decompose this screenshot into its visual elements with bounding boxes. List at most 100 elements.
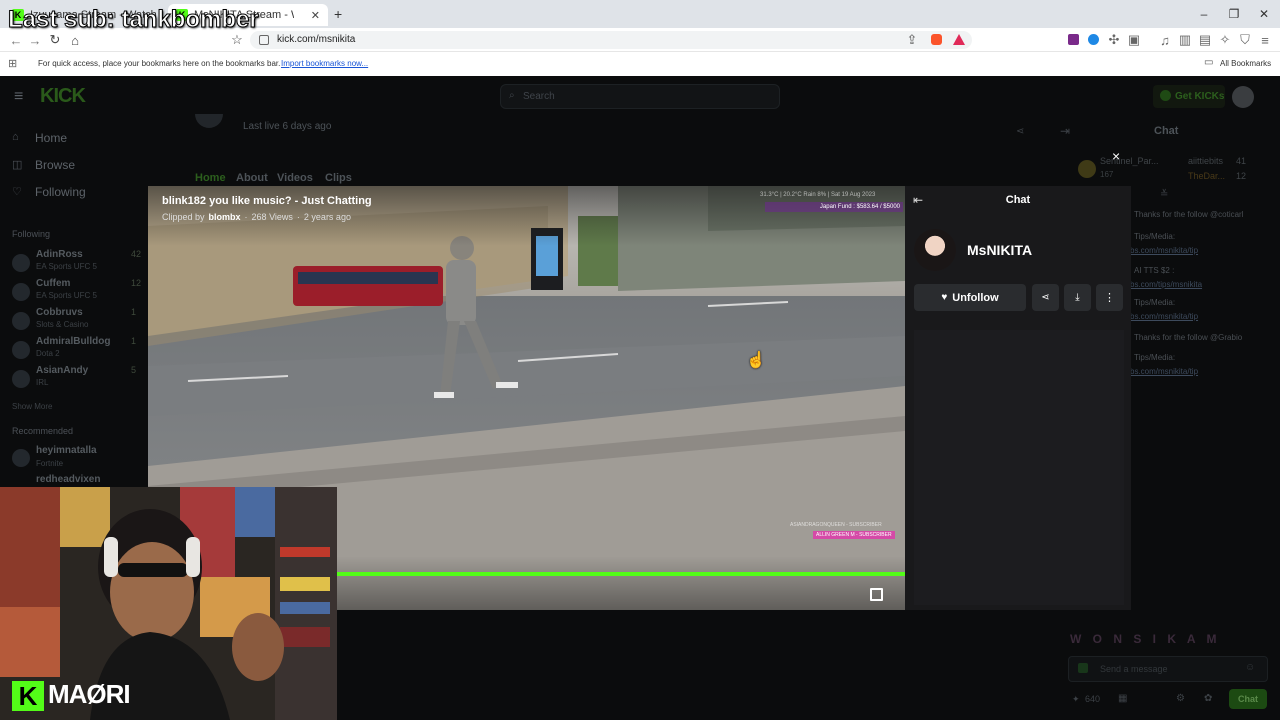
chat-panel-title: Chat	[1005, 194, 1031, 206]
download-icon: ⤓	[1075, 292, 1080, 303]
menu-icon[interactable]: ≡	[1257, 33, 1273, 48]
pointer-cursor-icon: ☝	[746, 352, 766, 369]
import-bookmarks-link[interactable]: Import bookmarks now...	[281, 59, 368, 68]
media-icon[interactable]: ▣	[1126, 32, 1142, 47]
channel-category: IRL	[36, 378, 49, 387]
collapse-icon[interactable]: ⇥	[1060, 124, 1070, 138]
streamer-avatar[interactable]	[914, 229, 956, 271]
restore-icon[interactable]: ❐	[1226, 6, 1242, 22]
brave-shields-icon[interactable]	[931, 34, 942, 45]
channel-category: Dota 2	[36, 349, 60, 358]
webcam-overlay: K MAØRI	[0, 487, 337, 720]
tab-videos[interactable]: Videos	[277, 172, 313, 184]
channel-name[interactable]: Cuffem	[36, 278, 70, 289]
extension-icon[interactable]	[1088, 34, 1099, 45]
channel-name[interactable]: heyimnatalla	[36, 445, 97, 456]
channel-name[interactable]: redheadvixen	[36, 474, 100, 485]
following-heading: Following	[12, 229, 51, 239]
sidebar-icon[interactable]: ▥	[1177, 32, 1193, 47]
kick-logo-icon: K	[12, 681, 44, 711]
puzzle-icon[interactable]: ✣	[1106, 32, 1122, 47]
chat-link[interactable]: bs.com/msnikita/tip	[1130, 246, 1198, 255]
chat-message: Thanks for the follow @coticarl	[1134, 210, 1244, 219]
back-icon[interactable]: ←	[8, 33, 24, 48]
heart-icon: ♥	[941, 292, 948, 303]
kicks-coin-icon	[1160, 90, 1171, 101]
show-more-link[interactable]: Show More	[12, 402, 52, 411]
share-button[interactable]: ⋖	[1032, 284, 1059, 311]
send-message-input[interactable]	[1068, 656, 1268, 682]
channel-name[interactable]: AsianAndy	[36, 365, 88, 376]
hamburger-menu-icon[interactable]: ≡	[14, 88, 23, 106]
sidebar-item-browse[interactable]: Browse	[35, 158, 75, 172]
all-bookmarks[interactable]: All Bookmarks	[1220, 59, 1271, 68]
sidebar-item-following[interactable]: Following	[35, 185, 86, 199]
chat-link[interactable]: bs.com/tips/msnikita	[1130, 280, 1202, 289]
chat-link[interactable]: bs.com/msnikita/tip	[1130, 312, 1198, 321]
avatar	[12, 341, 30, 359]
viewer-count: 12	[131, 278, 142, 288]
reload-icon[interactable]: ↻	[47, 32, 63, 47]
forward-icon[interactable]: →	[27, 33, 43, 48]
stream-info-overlay: 31.3°C | 20.2°C Rain 8% | Sat 19 Aug 202…	[760, 192, 876, 198]
unfollow-label: Unfollow	[952, 291, 999, 304]
chat-send-button[interactable]: Chat	[1229, 689, 1267, 709]
home-icon[interactable]: ⌂	[67, 33, 83, 48]
clipper-name[interactable]: blombx	[209, 212, 241, 222]
minimize-icon[interactable]: –	[1196, 6, 1212, 22]
tab-clips[interactable]: Clips	[325, 172, 352, 184]
music-icon[interactable]: ♫	[1157, 33, 1173, 48]
close-modal-button[interactable]: ×	[1112, 148, 1120, 164]
streamer-name[interactable]: MsNIKITA	[967, 242, 1032, 258]
avatar	[12, 283, 30, 301]
kick-logo[interactable]: KICK	[40, 85, 86, 108]
download-button[interactable]: ⤓	[1064, 284, 1091, 311]
chat-message: AI TTS $2 :	[1134, 266, 1175, 275]
settings-icon[interactable]: ⚙	[1176, 693, 1185, 704]
avatar	[12, 254, 30, 272]
chat-message: Thanks for the follow @Grabio	[1134, 333, 1243, 342]
tab-home[interactable]: Home	[195, 172, 226, 184]
new-tab-button[interactable]: +	[334, 6, 342, 22]
unfollow-button[interactable]: ♥ Unfollow	[914, 284, 1026, 311]
close-tab-icon[interactable]: ✕	[311, 9, 320, 22]
bookmarks-prompt: For quick access, place your bookmarks h…	[38, 59, 281, 68]
sidebar-item-home[interactable]: Home	[35, 131, 67, 145]
viewer-count: 42	[131, 249, 142, 259]
clipped-by-label: Clipped by	[162, 212, 205, 222]
share-icon[interactable]: ⇪	[904, 32, 920, 47]
site-info-icon[interactable]	[259, 35, 269, 45]
tab-about[interactable]: About	[236, 172, 268, 184]
channel-name[interactable]: AdmiralBulldog	[36, 336, 110, 347]
browse-nav-icon: ◫	[12, 159, 23, 171]
gifter-badge-icon	[1078, 160, 1096, 178]
avatar	[12, 370, 30, 388]
share-icon[interactable]: ⋖	[1016, 126, 1024, 137]
fullscreen-icon[interactable]	[870, 588, 883, 601]
vpn-icon[interactable]: ⛉	[1237, 32, 1253, 47]
bookmark-icon[interactable]: ☆	[229, 32, 245, 47]
sub-badge-icon	[1078, 663, 1088, 673]
calendar-icon[interactable]: ▦	[1118, 693, 1127, 704]
leo-icon[interactable]: ✧	[1217, 32, 1233, 47]
brave-rewards-icon[interactable]	[953, 34, 965, 45]
gifter-count: 12	[1236, 171, 1247, 181]
folder-icon: ▭	[1204, 57, 1214, 68]
gift-icon[interactable]: ✿	[1204, 693, 1212, 704]
emoji-icon[interactable]: ☺	[1245, 662, 1255, 673]
user-avatar[interactable]	[1232, 86, 1254, 108]
channel-name[interactable]: Cobbruvs	[36, 307, 83, 318]
clip-meta: Clipped by blombx · 268 Views · 2 years …	[162, 212, 351, 222]
extension-icon[interactable]	[1068, 34, 1079, 45]
chat-link[interactable]: bs.com/msnikita/tip	[1130, 367, 1198, 376]
japan-fund-bar: Japan Fund : $583.64 / $5000	[765, 202, 903, 212]
channel-name[interactable]: AdinRoss	[36, 249, 83, 260]
more-options-button[interactable]: ⋮	[1096, 284, 1123, 311]
wallet-icon[interactable]: ▤	[1197, 32, 1213, 47]
emote-strip: W O N S I K A M	[1070, 632, 1221, 646]
apps-icon[interactable]: ⊞	[8, 57, 17, 70]
url-field[interactable]: kick.com/msnikita	[250, 31, 972, 49]
channel-avatar	[195, 114, 223, 128]
close-window-icon[interactable]: ✕	[1256, 6, 1272, 22]
gifter-name: aiittiebits	[1188, 156, 1224, 166]
